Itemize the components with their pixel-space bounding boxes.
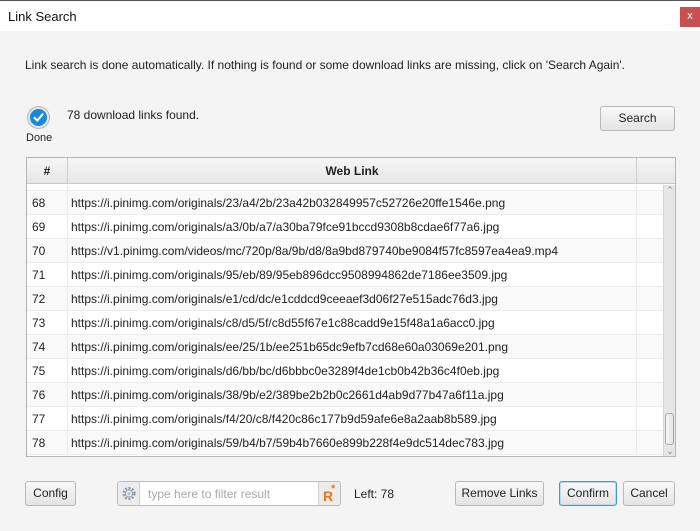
table-row[interactable]: 77 https://i.pinimg.com/originals/f4/20/c… xyxy=(27,407,663,431)
column-header-number[interactable]: # xyxy=(27,158,68,184)
table-body: 68 https://i.pinimg.com/originals/23/a4/2… xyxy=(27,185,663,456)
links-table: # Web Link 68 https://i.pinimg.com/origin… xyxy=(26,157,676,457)
row-number: 69 xyxy=(27,215,68,239)
row-web-link: https://i.pinimg.com/originals/ee/25/1b/… xyxy=(68,335,637,359)
regex-icon[interactable]: R * xyxy=(318,482,340,505)
svg-text:*: * xyxy=(331,483,336,495)
row-number: 77 xyxy=(27,407,68,431)
table-row[interactable]: 74 https://i.pinimg.com/originals/ee/25/1… xyxy=(27,335,663,359)
row-web-link: https://i.pinimg.com/originals/d6/bb/bc/… xyxy=(68,359,637,383)
row-extra-cell xyxy=(637,287,663,311)
row-number: 74 xyxy=(27,335,68,359)
row-web-link: https://i.pinimg.com/originals/95/eb/89/… xyxy=(68,263,637,287)
row-web-link: https://i.pinimg.com/originals/c8/d5/5f/… xyxy=(68,311,637,335)
confirm-button[interactable]: Confirm xyxy=(559,481,617,506)
table-row[interactable]: 78 https://i.pinimg.com/originals/59/b4/b… xyxy=(27,431,663,455)
row-extra-cell xyxy=(637,311,663,335)
gear-icon[interactable] xyxy=(118,482,140,505)
row-number: 68 xyxy=(27,191,68,215)
info-text: Link search is done automatically. If no… xyxy=(25,58,626,72)
row-extra-cell xyxy=(637,263,663,287)
filter-input[interactable] xyxy=(141,482,319,505)
status-label: Done xyxy=(26,132,53,144)
check-circle-icon xyxy=(28,107,49,128)
row-web-link: https://i.pinimg.com/originals/a3/0b/a7/… xyxy=(68,215,637,239)
row-web-link: https://v1.pinimg.com/videos/mc/720p/8a/… xyxy=(68,239,637,263)
table-row[interactable]: 68 https://i.pinimg.com/originals/23/a4/2… xyxy=(27,191,663,215)
left-count: Left: 78 xyxy=(354,487,395,501)
table-row[interactable]: 75 https://i.pinimg.com/originals/d6/bb/b… xyxy=(27,359,663,383)
table-row[interactable]: 71 https://i.pinimg.com/originals/95/eb/8… xyxy=(27,263,663,287)
row-web-link: https://i.pinimg.com/originals/e1/cd/dc/… xyxy=(68,287,637,311)
table-row[interactable]: 72 https://i.pinimg.com/originals/e1/cd/d… xyxy=(27,287,663,311)
vertical-scrollbar[interactable]: ⌃ ⌄ xyxy=(663,185,675,456)
links-found-message: 78 download links found. xyxy=(67,108,200,122)
scroll-down-arrow-icon[interactable]: ⌄ xyxy=(665,446,675,456)
table-row[interactable]: 76 https://i.pinimg.com/originals/38/9b/e… xyxy=(27,383,663,407)
row-number: 75 xyxy=(27,359,68,383)
title-bar: Link Search x xyxy=(0,0,700,31)
scroll-thumb[interactable] xyxy=(665,413,674,445)
table-header: # Web Link xyxy=(27,158,675,184)
window-title: Link Search xyxy=(8,9,77,24)
row-number: 71 xyxy=(27,263,68,287)
row-web-link: https://i.pinimg.com/originals/23/a4/2b/… xyxy=(68,191,637,215)
cancel-button[interactable]: Cancel xyxy=(623,481,675,506)
row-extra-cell xyxy=(637,239,663,263)
row-extra-cell xyxy=(637,431,663,455)
column-header-web-link[interactable]: Web Link xyxy=(68,158,637,184)
column-header-extra xyxy=(637,158,675,184)
row-web-link: https://i.pinimg.com/originals/38/9b/e2/… xyxy=(68,383,637,407)
row-number: 73 xyxy=(27,311,68,335)
table-row[interactable]: 73 https://i.pinimg.com/originals/c8/d5/5… xyxy=(27,311,663,335)
row-number: 76 xyxy=(27,383,68,407)
row-number: 72 xyxy=(27,287,68,311)
filter-box: R * xyxy=(117,481,341,506)
search-button[interactable]: Search xyxy=(600,106,675,131)
config-button[interactable]: Config xyxy=(25,481,76,506)
row-extra-cell xyxy=(637,215,663,239)
table-row[interactable]: 70 https://v1.pinimg.com/videos/mc/720p/8… xyxy=(27,239,663,263)
row-web-link: https://i.pinimg.com/originals/59/b4/b7/… xyxy=(68,431,637,455)
row-extra-cell xyxy=(637,335,663,359)
row-extra-cell xyxy=(637,407,663,431)
scroll-up-arrow-icon[interactable]: ⌃ xyxy=(665,185,675,195)
row-web-link: https://i.pinimg.com/originals/f4/20/c8/… xyxy=(68,407,637,431)
remove-links-button[interactable]: Remove Links xyxy=(455,481,544,506)
row-extra-cell xyxy=(637,383,663,407)
close-button[interactable]: x xyxy=(680,7,700,27)
row-number: 78 xyxy=(27,431,68,455)
row-extra-cell xyxy=(637,191,663,215)
row-number: 70 xyxy=(27,239,68,263)
row-extra-cell xyxy=(637,359,663,383)
table-row[interactable]: 69 https://i.pinimg.com/originals/a3/0b/a… xyxy=(27,215,663,239)
